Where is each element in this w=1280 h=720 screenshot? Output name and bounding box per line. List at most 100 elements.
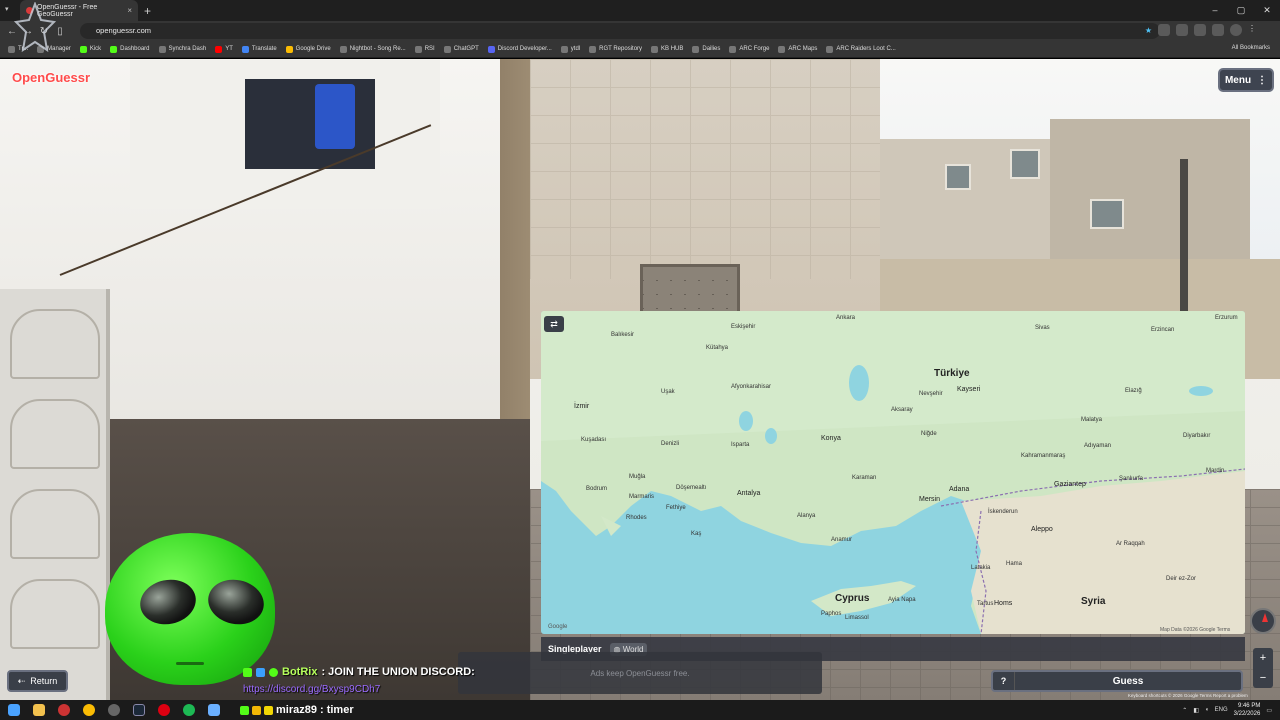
map-label: Marmaris xyxy=(629,494,654,500)
map-label: Mardin xyxy=(1206,468,1225,474)
map-label: Nevşehir xyxy=(919,391,943,397)
extension-icon[interactable] xyxy=(1194,24,1206,36)
window xyxy=(945,164,971,190)
screen: ▾ OpenGuessr - Free GeoGuessr × + – ▢ ✕ … xyxy=(0,0,1280,720)
chat-message: BotRix : JOIN THE UNION DISCORD: xyxy=(243,666,475,678)
chat-username: miraz89 xyxy=(276,704,317,716)
map-label: Hama xyxy=(1006,561,1023,567)
kebab-icon: ⋮ xyxy=(1257,74,1268,86)
maximize-icon[interactable]: ▢ xyxy=(1228,0,1254,21)
window xyxy=(1010,149,1040,179)
close-window-icon[interactable]: ✕ xyxy=(1254,0,1280,21)
bookmark-item[interactable]: ARC Raiders Loot C... xyxy=(826,45,896,53)
kick-icon xyxy=(79,45,87,53)
spotify-icon[interactable] xyxy=(183,704,195,716)
map-label: Ankara xyxy=(836,315,856,321)
bookmark-item[interactable]: Kick xyxy=(79,45,101,53)
bot-badge-icon xyxy=(256,667,265,677)
guess-bar: ? Guess xyxy=(991,670,1243,692)
bookmark-icon xyxy=(339,45,347,53)
map-label: Adıyaman xyxy=(1084,443,1112,449)
map-label: Konya xyxy=(821,435,841,442)
street-view-footer[interactable]: Keyboard shortcuts © 2026 Google Terms R… xyxy=(1128,693,1248,698)
chat-username: BotRix xyxy=(282,666,318,678)
download-icon[interactable] xyxy=(1212,24,1224,36)
bookmark-item[interactable]: ytdl xyxy=(560,45,580,53)
door-panel xyxy=(10,309,100,379)
profile-avatar[interactable] xyxy=(1230,24,1242,36)
kick-icon xyxy=(110,45,118,53)
extension-icon[interactable] xyxy=(1158,24,1170,36)
salt-lake xyxy=(849,365,869,401)
return-arrow-icon: ⇠ xyxy=(17,675,26,686)
kick-badge-icon xyxy=(240,705,249,715)
return-button[interactable]: ⇠ Return xyxy=(7,670,68,692)
bookmark-item[interactable]: ChatGPT xyxy=(443,45,479,53)
close-tab-icon[interactable]: × xyxy=(127,6,132,15)
compass-icon[interactable] xyxy=(1250,608,1276,634)
sliders-icon[interactable]: ⇄ xyxy=(544,316,564,332)
bookmark-icon xyxy=(651,45,659,53)
openguessr-logo[interactable]: OpenGuessr xyxy=(12,70,90,85)
bookmark-item[interactable]: KB HUB xyxy=(651,45,683,53)
folder-icon xyxy=(692,45,700,53)
notification-icon[interactable]: ▭ xyxy=(1266,707,1272,714)
minimize-icon[interactable]: – xyxy=(1202,0,1228,21)
bookmark-star-icon[interactable]: ★ xyxy=(1145,23,1152,39)
gift-badge-icon xyxy=(264,705,273,715)
bookmark-icon xyxy=(589,45,597,53)
bookmarks-bar: Tr... Manager Kick Dashboard Synchra Das… xyxy=(0,41,1280,58)
bookmark-item[interactable]: YT xyxy=(215,45,233,53)
bookmark-item[interactable]: Dashboard xyxy=(110,45,150,53)
network-icon[interactable]: ◧ xyxy=(1193,707,1199,714)
chrome-icon[interactable] xyxy=(83,704,95,716)
verified-badge-icon xyxy=(269,667,278,677)
obs-icon[interactable] xyxy=(108,704,120,716)
clock[interactable]: 9:46 PM 3/22/2026 xyxy=(1234,702,1261,718)
map-label: Erzincan xyxy=(1151,327,1175,333)
chatgpt-icon xyxy=(443,45,451,53)
chat-message: miraz89 : timer xyxy=(240,704,354,716)
address-bar[interactable]: openguessr.com ★ xyxy=(80,23,1160,39)
menu-button[interactable]: Menu ⋮ xyxy=(1218,68,1274,92)
bookmark-item[interactable]: Dailies xyxy=(692,45,720,53)
file-explorer-icon[interactable] xyxy=(33,704,45,716)
zoom-in-button[interactable]: + xyxy=(1253,648,1273,668)
bookmark-item[interactable]: Synchra Dash xyxy=(158,45,206,53)
app-icon[interactable] xyxy=(208,704,220,716)
map-label: Kütahya xyxy=(706,345,729,351)
opera-icon[interactable] xyxy=(158,704,170,716)
all-bookmarks-button[interactable]: All Bookmarks xyxy=(1232,45,1270,51)
bookmark-item[interactable]: ARC Maps xyxy=(778,45,817,53)
steam-icon[interactable] xyxy=(133,704,145,716)
bookmark-item[interactable]: RSI xyxy=(414,45,435,53)
volume-icon[interactable]: ◖ xyxy=(1205,707,1209,713)
map-label: Şanlıurfa xyxy=(1119,476,1144,482)
kebab-menu-icon[interactable]: ⋮ xyxy=(1248,24,1260,36)
country-label-turkiye: Türkiye xyxy=(934,368,970,379)
map-attribution[interactable]: Map Data ©2026 Google Terms xyxy=(1160,627,1230,633)
help-button[interactable]: ? xyxy=(993,672,1015,690)
bookmark-item[interactable]: Nightbot - Song Re... xyxy=(339,45,406,53)
folder-icon xyxy=(729,45,737,53)
windows-start-icon[interactable] xyxy=(8,704,20,716)
tray-expand-icon[interactable]: ⌃ xyxy=(1182,707,1187,714)
chat-text: : timer xyxy=(319,704,354,716)
guess-map[interactable]: Ankara Eskişehir Balıkesir Kütahya Sivas… xyxy=(541,311,1245,634)
bookmark-item[interactable]: ARC Forge xyxy=(729,45,769,53)
lake xyxy=(1189,386,1213,396)
map-label: Mersin xyxy=(919,496,941,503)
bookmark-item[interactable]: RGT Repository xyxy=(589,45,642,53)
language-indicator[interactable]: ENG xyxy=(1215,707,1228,713)
map-label: Uşak xyxy=(661,389,675,395)
zoom-out-button[interactable]: − xyxy=(1253,668,1273,688)
app-icon[interactable] xyxy=(58,704,70,716)
bookmark-item[interactable]: Google Drive xyxy=(285,45,331,53)
guess-button[interactable]: Guess xyxy=(1015,676,1241,687)
bookmark-item[interactable]: Translate xyxy=(241,45,277,53)
map-label: Elazığ xyxy=(1125,388,1142,394)
map-label: Paphos xyxy=(821,611,842,617)
extension-icon[interactable] xyxy=(1176,24,1188,36)
new-tab-icon[interactable]: + xyxy=(144,4,151,18)
bookmark-item[interactable]: Discord Developer... xyxy=(487,45,552,53)
